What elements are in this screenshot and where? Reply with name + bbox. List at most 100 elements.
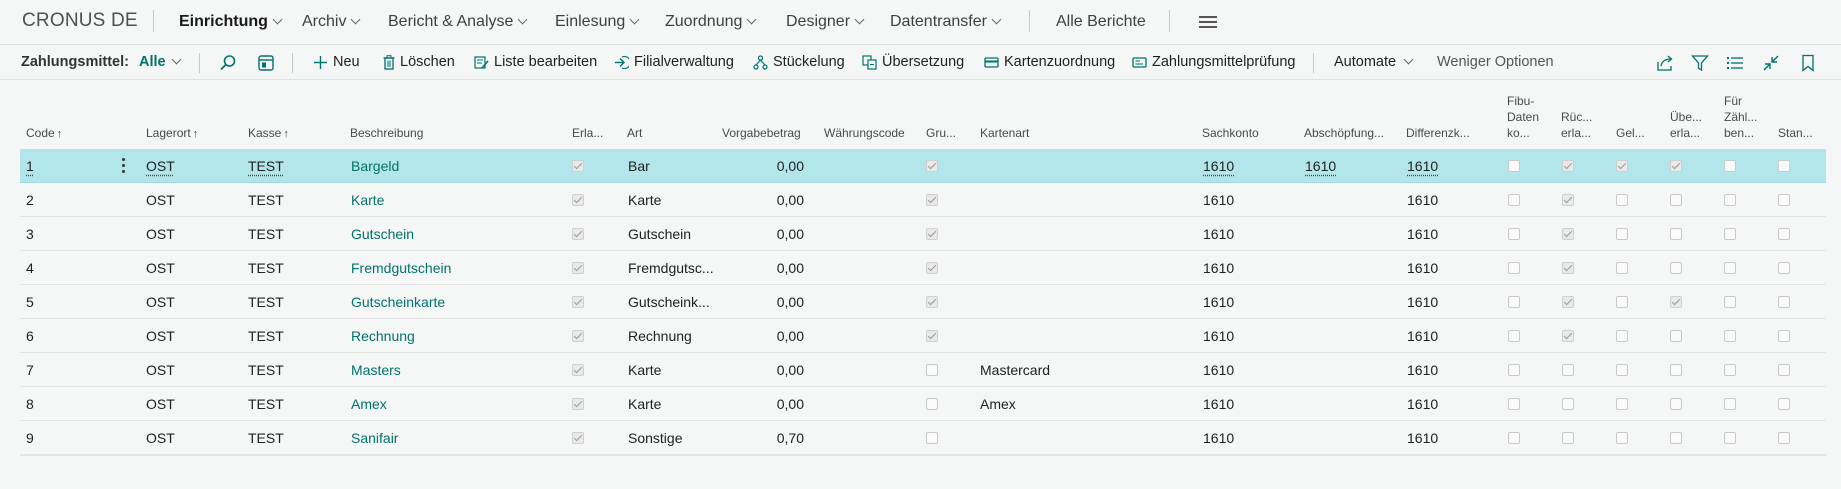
denomination-button[interactable]: Stückelung: [753, 54, 845, 70]
checkbox-rueck[interactable]: [1562, 262, 1574, 274]
cell-lagerort[interactable]: OST: [146, 149, 236, 183]
cell-kasse[interactable]: TEST: [248, 149, 338, 183]
checkbox-erla[interactable]: [572, 160, 584, 172]
checkbox-fuer[interactable]: [1724, 432, 1736, 444]
checkbox-stan[interactable]: [1778, 432, 1790, 444]
checkbox-fibu[interactable]: [1508, 296, 1520, 308]
cell-art[interactable]: Karte: [628, 183, 713, 217]
checkbox-gru[interactable]: [926, 262, 938, 274]
layout-toggle-icon[interactable]: [257, 54, 275, 72]
cell-sachkonto[interactable]: 1610: [1203, 421, 1283, 455]
checkbox-erla[interactable]: [572, 398, 584, 410]
checkbox-rueck[interactable]: [1562, 432, 1574, 444]
checkbox-rueck[interactable]: [1562, 194, 1574, 206]
checkbox-gel[interactable]: [1616, 330, 1628, 342]
column-header-art[interactable]: Art: [627, 126, 642, 140]
checkbox-stan[interactable]: [1778, 228, 1790, 240]
cell-kartenart[interactable]: Amex: [980, 387, 1180, 421]
column-header-kartenart[interactable]: Kartenart: [980, 126, 1029, 140]
cell-code[interactable]: 7: [26, 353, 86, 387]
checkbox-erla[interactable]: [572, 330, 584, 342]
column-header-erlaubt[interactable]: Erla...: [572, 126, 603, 140]
checkbox-ueber[interactable]: [1670, 194, 1682, 206]
nav-archiv[interactable]: Archiv: [302, 13, 361, 31]
checkbox-stan[interactable]: [1778, 194, 1790, 206]
checkbox-gel[interactable]: [1616, 432, 1628, 444]
checkbox-ueber[interactable]: [1670, 262, 1682, 274]
checkbox-stan[interactable]: [1778, 262, 1790, 274]
column-header-sachkonto[interactable]: Sachkonto: [1202, 126, 1259, 140]
row-actions-menu-icon[interactable]: [122, 158, 126, 174]
checkbox-rueck[interactable]: [1562, 296, 1574, 308]
checkbox-gel[interactable]: [1616, 194, 1628, 206]
cell-abschoepfung[interactable]: [1305, 285, 1385, 319]
checkbox-fibu[interactable]: [1508, 330, 1520, 342]
cell-kartenart[interactable]: [980, 319, 1180, 353]
cell-art[interactable]: Karte: [628, 387, 713, 421]
column-header-gruppe[interactable]: Gru...: [926, 126, 956, 140]
card-mapping-button[interactable]: Kartenzuordnung: [984, 54, 1115, 70]
nav-alle-berichte[interactable]: Alle Berichte: [1056, 13, 1146, 31]
cell-sachkonto[interactable]: 1610: [1203, 387, 1283, 421]
checkbox-fuer[interactable]: [1724, 330, 1736, 342]
cell-beschreibung[interactable]: Karte: [351, 183, 551, 217]
nav-einlesung[interactable]: Einlesung: [555, 13, 640, 31]
checkbox-erla[interactable]: [572, 432, 584, 444]
cell-beschreibung[interactable]: Gutscheinkarte: [351, 285, 551, 319]
table-row[interactable]: 7 OST TEST Masters Karte 0,00 Mastercard 1610 16…: [20, 353, 1826, 387]
cell-beschreibung[interactable]: Amex: [351, 387, 551, 421]
cell-lagerort[interactable]: OST: [146, 217, 236, 251]
cell-differenzkonto[interactable]: 1610: [1407, 183, 1487, 217]
cell-kartenart[interactable]: [980, 251, 1180, 285]
cell-beschreibung[interactable]: Bargeld: [351, 149, 551, 183]
table-row[interactable]: 1 OST TEST Bargeld Bar 0,00 1610 1610 1610: [20, 149, 1826, 183]
column-header-code[interactable]: Code ↑: [26, 126, 62, 141]
cell-beschreibung[interactable]: Masters: [351, 353, 551, 387]
cell-kasse[interactable]: TEST: [248, 183, 338, 217]
cell-kasse[interactable]: TEST: [248, 217, 338, 251]
cell-kasse[interactable]: TEST: [248, 319, 338, 353]
cell-kasse[interactable]: TEST: [248, 421, 338, 455]
checkbox-gru[interactable]: [926, 364, 938, 376]
hamburger-menu-icon[interactable]: [1199, 16, 1217, 28]
cell-code[interactable]: 2: [26, 183, 86, 217]
cell-abschoepfung[interactable]: [1305, 387, 1385, 421]
cell-vorgabebetrag[interactable]: 0,00: [720, 251, 804, 285]
cell-sachkonto[interactable]: 1610: [1203, 251, 1283, 285]
cell-kartenart[interactable]: [980, 285, 1180, 319]
checkbox-ueber[interactable]: [1670, 432, 1682, 444]
table-row[interactable]: 3 OST TEST Gutschein Gutschein 0,00 1610 1610: [20, 217, 1826, 251]
cell-sachkonto[interactable]: 1610: [1203, 353, 1283, 387]
filter-dropdown[interactable]: Alle: [139, 54, 182, 70]
tender-check-button[interactable]: Zahlungsmittelprüfung: [1132, 54, 1295, 70]
checkbox-fuer[interactable]: [1724, 262, 1736, 274]
cell-abschoepfung[interactable]: [1305, 319, 1385, 353]
table-row[interactable]: 2 OST TEST Karte Karte 0,00 1610 1610: [20, 183, 1826, 217]
checkbox-fuer[interactable]: [1724, 228, 1736, 240]
cell-vorgabebetrag[interactable]: 0,00: [720, 353, 804, 387]
checkbox-stan[interactable]: [1778, 398, 1790, 410]
cell-beschreibung[interactable]: Rechnung: [351, 319, 551, 353]
checkbox-erla[interactable]: [572, 228, 584, 240]
column-header-waehrungscode[interactable]: Währungscode: [824, 126, 905, 140]
edit-list-button[interactable]: Liste bearbeiten: [474, 54, 597, 70]
cell-differenzkonto[interactable]: 1610: [1407, 421, 1487, 455]
checkbox-ueber[interactable]: [1670, 228, 1682, 240]
cell-lagerort[interactable]: OST: [146, 387, 236, 421]
column-header-zaehlung[interactable]: Für Zähl... ben...: [1724, 94, 1757, 140]
checkbox-gru[interactable]: [926, 296, 938, 308]
column-header-lagerort[interactable]: Lagerort ↑: [146, 126, 198, 141]
table-row[interactable]: 9 OST TEST Sanifair Sonstige 0,70 1610 1610: [20, 421, 1826, 455]
cell-code[interactable]: 5: [26, 285, 86, 319]
checkbox-gel[interactable]: [1616, 364, 1628, 376]
cell-sachkonto[interactable]: 1610: [1203, 285, 1283, 319]
cell-beschreibung[interactable]: Gutschein: [351, 217, 551, 251]
table-row[interactable]: 6 OST TEST Rechnung Rechnung 0,00 1610 1610: [20, 319, 1826, 353]
cell-vorgabebetrag[interactable]: 0,00: [720, 149, 804, 183]
cell-kartenart[interactable]: [980, 149, 1180, 183]
automate-menu[interactable]: Automate: [1334, 54, 1414, 70]
checkbox-gru[interactable]: [926, 398, 938, 410]
cell-differenzkonto[interactable]: 1610: [1407, 285, 1487, 319]
share-icon[interactable]: [1656, 54, 1674, 72]
cell-abschoepfung[interactable]: [1305, 217, 1385, 251]
